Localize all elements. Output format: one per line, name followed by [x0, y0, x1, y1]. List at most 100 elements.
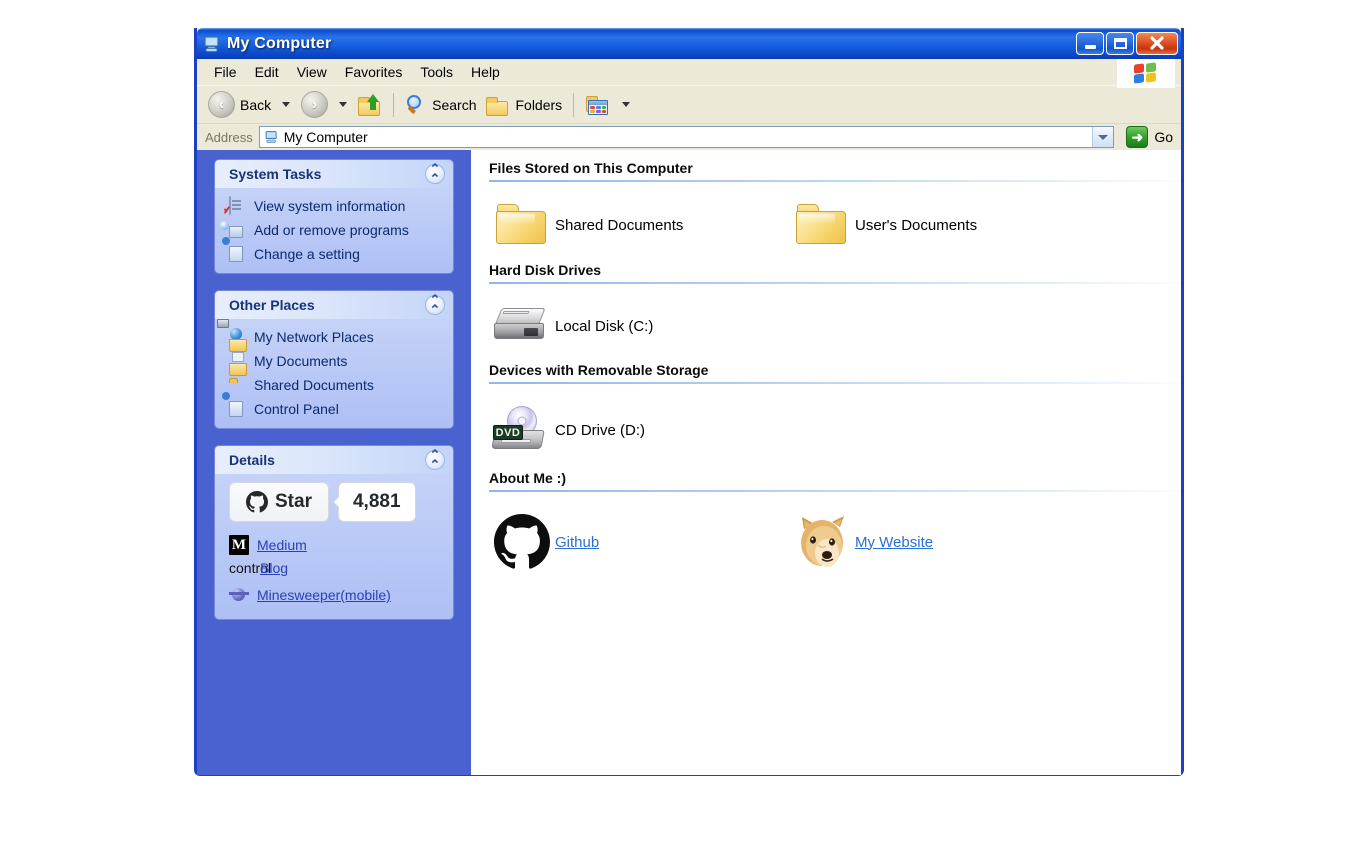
panel-header-system-tasks[interactable]: System Tasks ⌃ ⌃ [215, 160, 453, 188]
panel-system-tasks: System Tasks ⌃ ⌃ View system information … [215, 160, 453, 273]
sidebar-item-control-panel[interactable]: Control Panel [229, 399, 443, 418]
item-users-documents[interactable]: User's Documents [789, 198, 1089, 252]
views-dropdown-caret[interactable] [622, 102, 631, 107]
close-icon [1150, 36, 1164, 50]
menu-item-view[interactable]: View [288, 61, 336, 83]
github-link[interactable]: Github [555, 534, 599, 551]
menu-item-tools[interactable]: Tools [411, 61, 462, 83]
details-link-blog[interactable]: control Blog [229, 559, 443, 581]
panel-header-other-places[interactable]: Other Places ⌃ ⌃ [215, 291, 453, 319]
address-input[interactable]: My Computer [258, 126, 1115, 148]
github-star-count[interactable]: 4,881 [337, 482, 416, 522]
item-label: CD Drive (D:) [555, 421, 645, 439]
panel-header-details[interactable]: Details ⌃ ⌃ [215, 446, 453, 474]
toolbar-separator-1 [393, 92, 395, 117]
section-about-me: About Me :) Github My Website [471, 470, 1181, 586]
go-arrow-icon: ➜ [1126, 126, 1149, 148]
item-local-disk-c[interactable]: Local Disk (C:) [489, 300, 789, 352]
menu-item-favorites[interactable]: Favorites [336, 61, 412, 83]
github-mark-icon [489, 514, 555, 570]
forward-button[interactable]: › [296, 89, 333, 120]
panel-body-details: Star 4,881 M Medium control Blog Mineswe… [215, 474, 453, 619]
medium-link[interactable]: Medium [257, 537, 307, 553]
up-folder-icon [358, 93, 382, 116]
section-items: Shared Documents User's Documents [489, 184, 1181, 262]
add-remove-programs-icon [229, 221, 247, 239]
my-website-link[interactable]: My Website [855, 534, 933, 551]
details-link-medium[interactable]: M Medium [229, 534, 443, 556]
sidebar-item-my-documents[interactable]: My Documents [229, 351, 443, 370]
forward-dropdown-caret[interactable] [339, 102, 348, 107]
github-mark-icon [246, 491, 268, 513]
item-cd-drive-d[interactable]: DVD CD Drive (D:) [489, 400, 789, 460]
sidebar-item-label: Add or remove programs [254, 221, 409, 238]
back-button[interactable]: ‹ Back [203, 89, 276, 120]
panel-details: Details ⌃ ⌃ Star 4,881 M Medium control … [215, 446, 453, 619]
chevron-up-icon[interactable]: ⌃ ⌃ [425, 448, 445, 471]
panel-body-other-places: My Network Places My Documents Shared Do… [215, 319, 453, 428]
sidebar-item-shared-documents[interactable]: Shared Documents [229, 375, 443, 394]
section-hard-disk-drives: Hard Disk Drives Local Disk (C:) [471, 262, 1181, 362]
back-dropdown-caret[interactable] [282, 102, 291, 107]
sidebar-item-view-system-information[interactable]: View system information [229, 195, 443, 215]
window-body: System Tasks ⌃ ⌃ View system information … [197, 150, 1181, 775]
my-computer-window: My Computer File Edit View Favorites Too… [194, 28, 1184, 776]
my-computer-icon [264, 130, 279, 144]
hard-disk-icon [489, 306, 555, 346]
medium-icon: M [229, 535, 249, 555]
views-button[interactable] [580, 92, 616, 118]
panel-title: Other Places [229, 297, 315, 313]
toolbar: ‹ Back › Search Folders [197, 85, 1181, 123]
change-setting-icon [229, 245, 247, 263]
item-github[interactable]: Github [489, 508, 789, 576]
dvd-badge: DVD [493, 425, 523, 440]
section-removable-storage: Devices with Removable Storage DVD CD Dr… [471, 362, 1181, 470]
windows-flag-icon [1117, 59, 1175, 88]
item-my-website[interactable]: My Website [789, 508, 1089, 576]
item-shared-documents[interactable]: Shared Documents [489, 198, 789, 252]
sidebar-item-label: Control Panel [254, 400, 339, 417]
address-value: My Computer [283, 129, 368, 145]
section-title: About Me :) [489, 470, 566, 486]
cd-drive-icon: DVD [489, 406, 555, 454]
section-divider [489, 282, 1181, 284]
github-star-button[interactable]: Star [229, 482, 329, 522]
maximize-button[interactable] [1106, 32, 1134, 55]
back-arrow-icon: ‹ [208, 91, 235, 118]
section-items: DVD CD Drive (D:) [489, 386, 1181, 470]
section-divider [489, 382, 1181, 384]
menu-item-edit[interactable]: Edit [246, 61, 288, 83]
chevron-up-icon[interactable]: ⌃ ⌃ [425, 293, 445, 316]
content-pane: Files Stored on This Computer Shared Doc… [471, 150, 1181, 775]
search-icon [405, 94, 427, 116]
go-button[interactable]: ➜ Go [1122, 126, 1177, 148]
up-button[interactable] [353, 92, 387, 118]
sidebar-item-label: Shared Documents [254, 376, 374, 393]
item-label: Local Disk (C:) [555, 317, 654, 335]
minesweeper-icon [229, 585, 249, 605]
chevron-up-icon[interactable]: ⌃ ⌃ [425, 162, 445, 185]
menu-item-help[interactable]: Help [462, 61, 509, 83]
minimize-button[interactable] [1076, 32, 1104, 55]
folder-icon [789, 204, 855, 246]
folders-button[interactable]: Folders [481, 92, 567, 118]
sidebar-item-change-a-setting[interactable]: Change a setting [229, 244, 443, 263]
address-label: Address [205, 129, 253, 145]
github-star-label: Star [275, 491, 312, 512]
details-link-minesweeper[interactable]: Minesweeper(mobile) [229, 584, 443, 606]
close-button[interactable] [1136, 32, 1178, 55]
search-button[interactable]: Search [400, 92, 481, 118]
sidebar-item-add-or-remove-programs[interactable]: Add or remove programs [229, 220, 443, 239]
menu-item-file[interactable]: File [205, 61, 246, 83]
folder-icon [489, 204, 555, 246]
github-star-widget: Star 4,881 [229, 482, 443, 522]
system-info-icon [229, 195, 247, 215]
blog-link[interactable]: Blog [260, 560, 288, 576]
minesweeper-link[interactable]: Minesweeper(mobile) [257, 587, 391, 603]
address-dropdown-button[interactable] [1092, 127, 1114, 147]
window-title: My Computer [227, 34, 332, 52]
sidebar-item-my-network-places[interactable]: My Network Places [229, 327, 443, 346]
section-items: Github My Website [489, 494, 1181, 586]
menu-bar: File Edit View Favorites Tools Help [197, 59, 1181, 88]
section-title: Hard Disk Drives [489, 262, 602, 278]
